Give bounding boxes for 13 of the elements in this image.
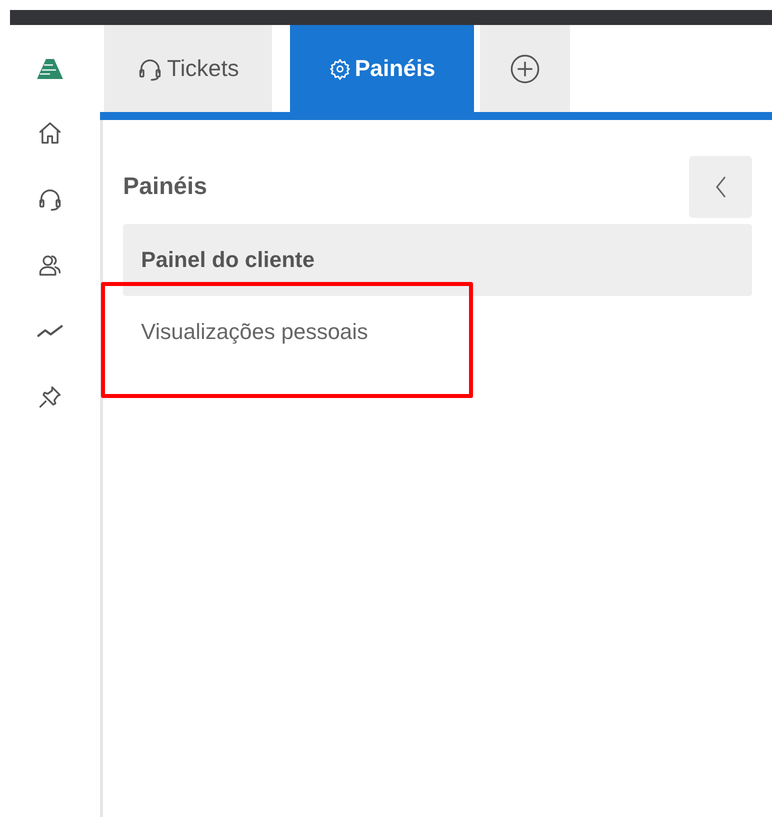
tickets-tab[interactable]: Tickets [104, 25, 272, 112]
panels-tab[interactable]: Painéis [290, 25, 474, 112]
settings-icon [328, 58, 351, 80]
home-icon [37, 120, 63, 146]
chevron-left-icon [714, 175, 728, 199]
panel-title: Painéis [123, 173, 208, 201]
logo-icon [37, 59, 63, 79]
line-chart-icon [37, 324, 63, 338]
panel-list-item[interactable]: Painel do cliente [123, 224, 752, 296]
add-icon [509, 52, 541, 84]
panel-list-item[interactable]: Visualizações pessoais [123, 296, 752, 368]
pushpin-icon [37, 384, 63, 410]
add-tab-button[interactable] [480, 25, 570, 112]
